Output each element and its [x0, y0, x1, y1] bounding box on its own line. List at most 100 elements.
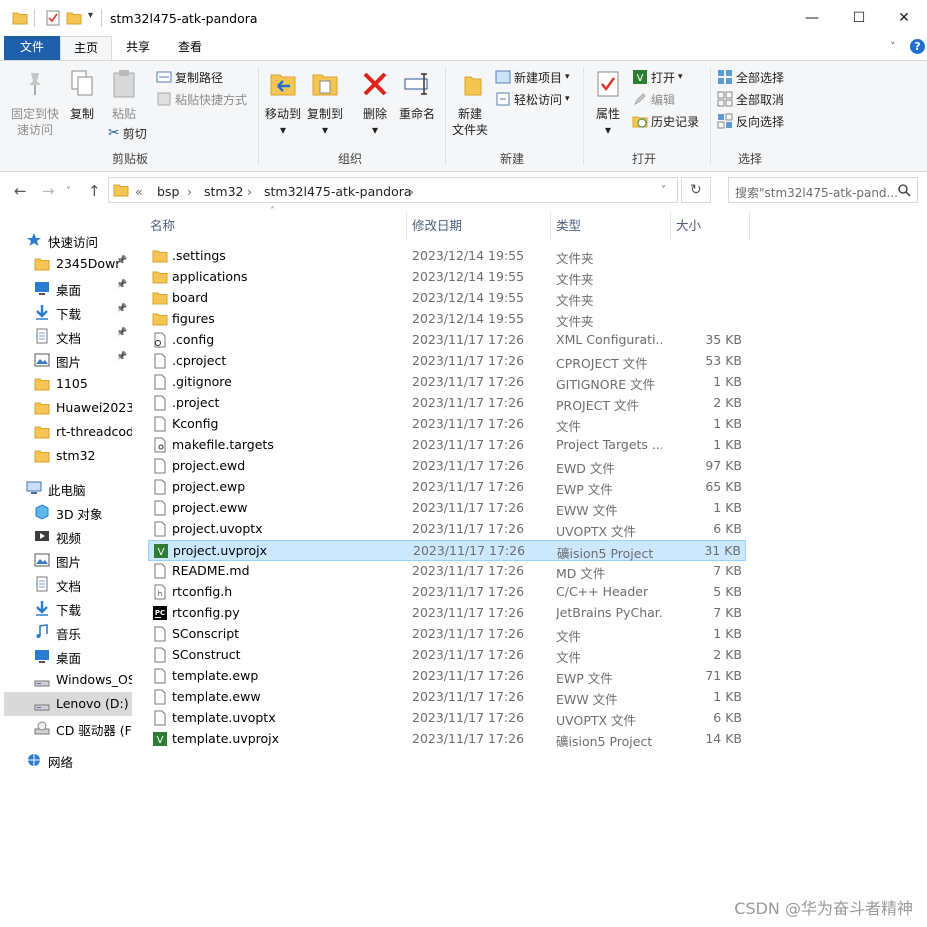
- help-icon[interactable]: ?: [910, 39, 925, 54]
- select-none-button[interactable]: 全部取消: [717, 89, 784, 109]
- breadcrumb-current[interactable]: stm32l475-atk-pandora: [264, 184, 412, 199]
- file-row[interactable]: Kconfig 2023/11/17 17:26 文件 1 KB: [148, 414, 746, 435]
- properties-icon[interactable]: [45, 10, 61, 26]
- column-header-size[interactable]: 大小: [676, 212, 746, 240]
- address-dropdown-icon[interactable]: ˅: [661, 185, 666, 196]
- breadcrumb-overflow[interactable]: «: [135, 184, 143, 199]
- invert-selection-button[interactable]: 反向选择: [717, 111, 784, 131]
- column-header-date[interactable]: 修改日期: [412, 212, 550, 240]
- close-button[interactable]: ✕: [881, 0, 927, 36]
- back-icon[interactable]: ←: [14, 182, 27, 200]
- file-row[interactable]: SConstruct 2023/11/17 17:26 文件 2 KB: [148, 645, 746, 666]
- recent-locations-icon[interactable]: ˅: [66, 186, 71, 197]
- search-input[interactable]: 搜索"stm32l475-atk-pand...: [735, 184, 898, 201]
- file-row[interactable]: .gitignore 2023/11/17 17:26 GITIGNORE 文件 1 …: [148, 372, 746, 393]
- nav-item[interactable]: 视频: [0, 524, 132, 548]
- search-box[interactable]: 搜索"stm32l475-atk-pand...: [728, 177, 918, 203]
- nav-item[interactable]: 网络: [0, 748, 132, 772]
- nav-item[interactable]: 3D 对象: [0, 500, 132, 524]
- address-bar[interactable]: « bsp › stm32 › stm32l475-atk-pandora › …: [108, 177, 678, 203]
- easy-access-button[interactable]: 轻松访问 ▾: [495, 89, 570, 109]
- quick-access-dropdown-icon[interactable]: ▾: [88, 10, 93, 21]
- file-row[interactable]: h rtconfig.h 2023/11/17 17:26 C/C++ Header 5…: [148, 582, 746, 603]
- nav-item[interactable]: 图片: [0, 548, 132, 572]
- pin-quick-access-button[interactable]: 固定到快 速访问: [8, 69, 62, 138]
- nav-item[interactable]: 快速访问: [0, 228, 132, 252]
- file-row[interactable]: project.uvoptx 2023/11/17 17:26 UVOPTX 文件 6…: [148, 519, 746, 540]
- file-row[interactable]: template.eww 2023/11/17 17:26 EWW 文件 1 KB: [148, 687, 746, 708]
- nav-item[interactable]: 2345Dowr 📌: [0, 252, 132, 276]
- breadcrumb-separator-icon[interactable]: ›: [187, 184, 192, 199]
- file-row[interactable]: .config 2023/11/17 17:26 XML Configurati..…: [148, 330, 746, 351]
- nav-item[interactable]: 下载: [0, 596, 132, 620]
- new-folder-button[interactable]: 新建 文件夹: [448, 69, 492, 138]
- file-row[interactable]: Vtemplate.uvprojx 2023/11/17 17:26 礦ision5…: [148, 729, 746, 750]
- nav-item[interactable]: 此电脑: [0, 476, 132, 500]
- rename-button[interactable]: 重命名: [396, 69, 438, 122]
- file-row[interactable]: applications 2023/12/14 19:55 文件夹: [148, 267, 746, 288]
- column-header-name[interactable]: 名称: [150, 212, 404, 240]
- open-button[interactable]: V 打开 ▾: [632, 67, 683, 87]
- breadcrumb-separator-icon[interactable]: ›: [247, 184, 252, 199]
- tab-share[interactable]: 共享: [112, 36, 164, 60]
- file-row[interactable]: SConscript 2023/11/17 17:26 文件 1 KB: [148, 624, 746, 645]
- nav-item[interactable]: stm32: [0, 444, 132, 468]
- tab-file[interactable]: 文件: [4, 36, 60, 60]
- file-row[interactable]: project.ewd 2023/11/17 17:26 EWD 文件 97 KB: [148, 456, 746, 477]
- file-row[interactable]: makefile.targets 2023/11/17 17:26 Project …: [148, 435, 746, 456]
- properties-button[interactable]: 属性 ▾: [588, 69, 628, 138]
- move-to-button[interactable]: 移动到 ▾: [262, 69, 304, 138]
- new-item-button[interactable]: 新建项目 ▾: [495, 67, 570, 87]
- tab-home[interactable]: 主页: [60, 36, 112, 60]
- file-row[interactable]: template.ewp 2023/11/17 17:26 EWP 文件 71 KB: [148, 666, 746, 687]
- maximize-button[interactable]: ☐: [836, 0, 882, 36]
- breadcrumb-stm32[interactable]: stm32: [204, 184, 244, 199]
- edit-button[interactable]: 编辑: [632, 89, 675, 109]
- file-row[interactable]: README.md 2023/11/17 17:26 MD 文件 7 KB: [148, 561, 746, 582]
- nav-item[interactable]: Huawei2023: [0, 396, 132, 420]
- search-icon[interactable]: [898, 184, 911, 197]
- nav-item[interactable]: CD 驱动器 (F:: [0, 716, 132, 740]
- nav-item[interactable]: 文档 📌: [0, 324, 132, 348]
- file-row[interactable]: .cproject 2023/11/17 17:26 CPROJECT 文件 53 K…: [148, 351, 746, 372]
- nav-item[interactable]: 音乐: [0, 620, 132, 644]
- file-row[interactable]: template.uvoptx 2023/11/17 17:26 UVOPTX 文件…: [148, 708, 746, 729]
- minimize-button[interactable]: —: [789, 0, 835, 36]
- nav-item[interactable]: 下载 📌: [0, 300, 132, 324]
- nav-item[interactable]: 文档: [0, 572, 132, 596]
- nav-item[interactable]: 1105: [0, 372, 132, 396]
- paste-button[interactable]: 粘贴: [104, 69, 144, 122]
- file-row[interactable]: figures 2023/12/14 19:55 文件夹: [148, 309, 746, 330]
- file-row[interactable]: Vproject.uvprojx 2023/11/17 17:26 礦ision5 …: [148, 540, 746, 561]
- copy-path-button[interactable]: 复制路径: [156, 67, 223, 87]
- file-row[interactable]: project.eww 2023/11/17 17:26 EWW 文件 1 KB: [148, 498, 746, 519]
- nav-item[interactable]: 桌面: [0, 644, 132, 668]
- file-row[interactable]: project.ewp 2023/11/17 17:26 EWP 文件 65 KB: [148, 477, 746, 498]
- select-all-button[interactable]: 全部选择: [717, 67, 784, 87]
- paste-shortcut-button[interactable]: 粘贴快捷方式: [156, 89, 247, 109]
- nav-item[interactable]: Windows_OS: [0, 668, 132, 692]
- refresh-button[interactable]: ↻: [681, 177, 711, 203]
- file-row[interactable]: .settings 2023/12/14 19:55 文件夹: [148, 246, 746, 267]
- nav-item[interactable]: rt-threadcod: [0, 420, 132, 444]
- collapse-ribbon-icon[interactable]: ˅: [890, 40, 896, 53]
- copy-button[interactable]: 复制: [64, 69, 100, 122]
- nav-item[interactable]: Lenovo (D:): [4, 692, 132, 716]
- cut-button[interactable]: ✂ 剪切: [108, 123, 147, 143]
- delete-button[interactable]: 删除 ▾: [358, 69, 392, 138]
- rename-icon: [404, 73, 428, 95]
- nav-item[interactable]: 图片 📌: [0, 348, 132, 372]
- file-row[interactable]: .project 2023/11/17 17:26 PROJECT 文件 2 KB: [148, 393, 746, 414]
- forward-icon[interactable]: →: [42, 182, 55, 200]
- up-icon[interactable]: ↑: [88, 182, 101, 200]
- breadcrumb-separator-icon[interactable]: ›: [409, 184, 414, 199]
- file-row[interactable]: PC rtconfig.py 2023/11/17 17:26 JetBrains P…: [148, 603, 746, 624]
- file-row[interactable]: board 2023/12/14 19:55 文件夹: [148, 288, 746, 309]
- copy-to-button[interactable]: 复制到 ▾: [304, 69, 346, 138]
- history-button[interactable]: 历史记录: [632, 111, 699, 131]
- column-header-type[interactable]: 类型: [556, 212, 668, 240]
- nav-item[interactable]: 桌面 📌: [0, 276, 132, 300]
- tab-view[interactable]: 查看: [164, 36, 216, 60]
- breadcrumb-bsp[interactable]: bsp: [157, 184, 179, 199]
- new-folder-icon[interactable]: [66, 10, 82, 26]
